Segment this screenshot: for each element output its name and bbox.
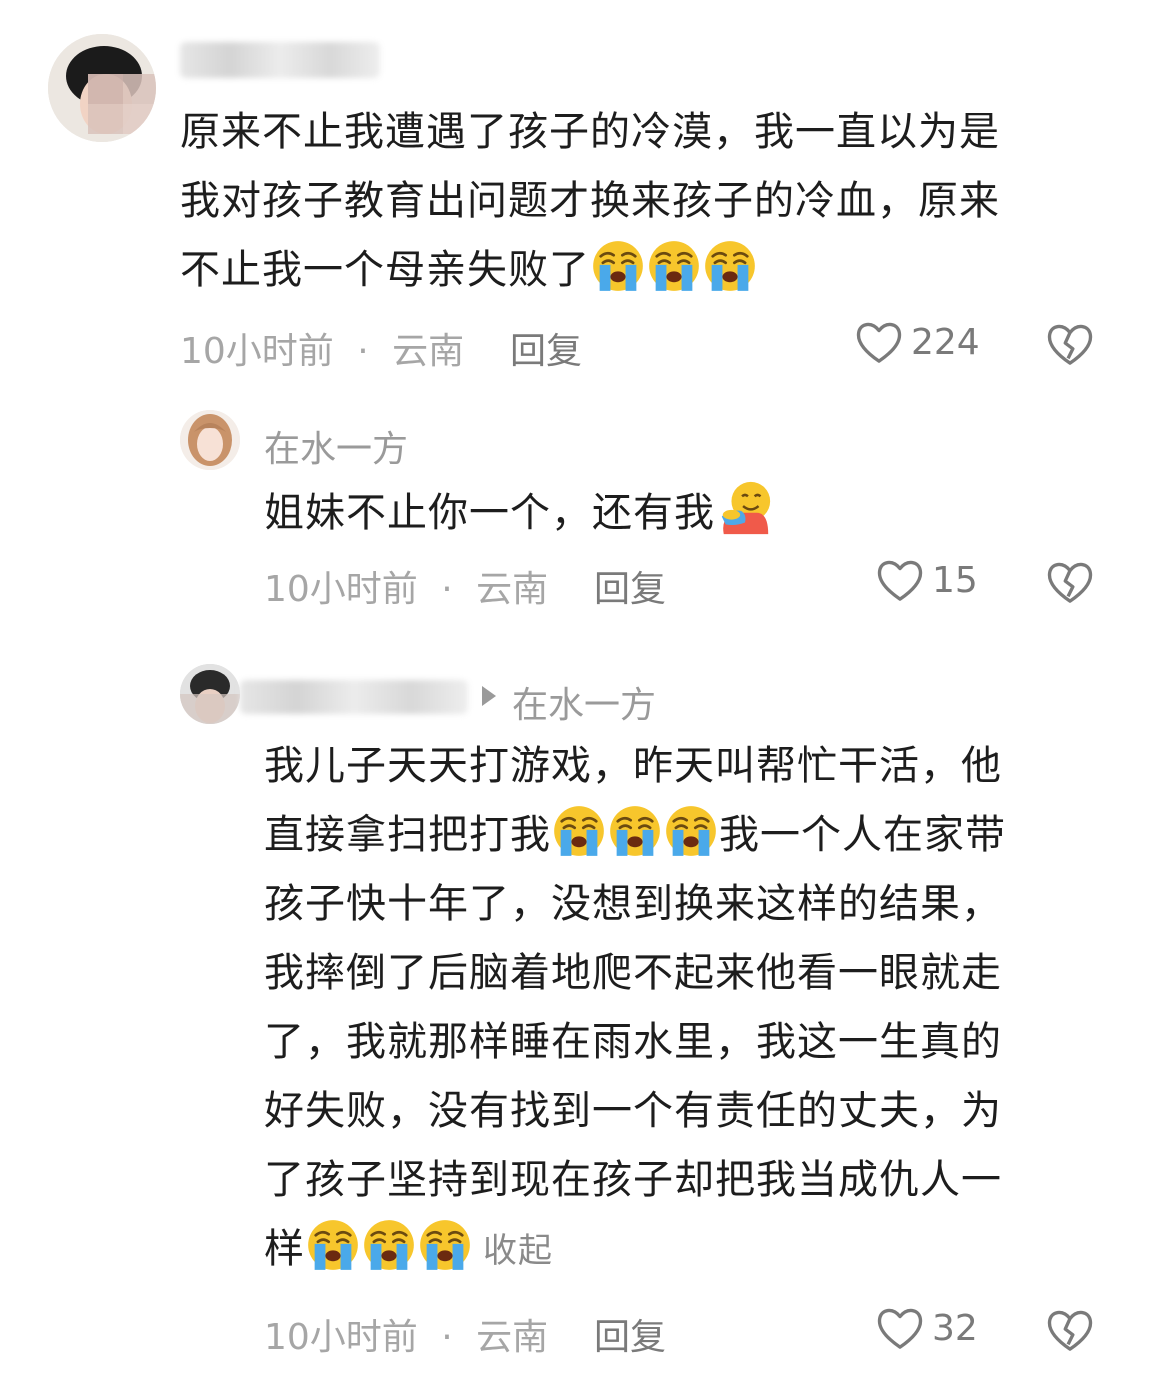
separator: · <box>441 569 453 610</box>
avatar[interactable] <box>180 664 240 724</box>
comment-3: 在水一方 我儿子天天打游戏，昨天叫帮忙干活，他 直接拿扫把打我 我一个人在家带 孩… <box>0 640 1152 1389</box>
heart-outline-icon <box>876 1306 924 1350</box>
reply-to-username[interactable]: 在水一方 <box>512 676 656 728</box>
collapse-button[interactable]: 收起 <box>483 1231 553 1271</box>
text-line: 样 <box>264 1226 305 1272</box>
username-blurred[interactable] <box>240 680 468 714</box>
text-line: 我儿子天天打游戏，昨天叫帮忙干活，他 <box>264 743 1002 789</box>
hugging-emoji-icon <box>716 478 774 536</box>
crying-emoji-icon <box>703 239 757 293</box>
text-line: 了，我就那样睡在雨水里，我这一生真的 <box>264 1019 1002 1065</box>
crying-emoji-icon <box>608 804 662 858</box>
comment-text: 我儿子天天打游戏，昨天叫帮忙干活，他 直接拿扫把打我 我一个人在家带 孩子快十年了… <box>264 732 1124 1286</box>
crying-emoji-icon <box>664 804 718 858</box>
comment-meta: 10小时前 · 云南 <box>264 1308 548 1360</box>
location: 云南 <box>476 569 549 610</box>
crying-emoji-icon <box>306 1218 360 1272</box>
text-line: 我摔倒了后脑着地爬不起来他看一眼就走 <box>264 950 1002 996</box>
text-line: 我一个人在家带 <box>719 812 1006 858</box>
comment-meta: 10小时前 · 云南 <box>180 322 464 374</box>
comment-text: 原来不止我遭遇了孩子的冷漠，我一直以为是 我对孩子教育出问题才换来孩子的冷血，原… <box>180 98 1120 305</box>
text-line-with-emoji: 不止我一个母亲失败了 <box>180 236 1120 305</box>
broken-heart-icon[interactable] <box>1046 560 1094 604</box>
text-line: 了孩子坚持到现在孩子却把我当成仇人一 <box>264 1157 1002 1203</box>
text-line: 我对孩子教育出问题才换来孩子的冷血，原来 <box>180 178 1000 224</box>
text-line: 姐妹不止你一个，还有我 <box>264 490 715 536</box>
text-line: 直接拿扫把打我 <box>264 812 551 858</box>
reply-button[interactable]: 回复 <box>594 1308 666 1360</box>
broken-heart-icon[interactable] <box>1046 322 1094 366</box>
crying-emoji-icon <box>647 239 701 293</box>
avatar[interactable] <box>48 34 156 142</box>
text-line: 孩子快十年了，没想到换来这样的结果， <box>264 881 1002 927</box>
username-blurred[interactable] <box>180 42 380 78</box>
like-button[interactable]: 32 <box>876 1306 978 1350</box>
crying-emoji-icon <box>591 239 645 293</box>
comment-text: 姐妹不止你一个，还有我 <box>264 478 1124 548</box>
location: 云南 <box>476 1317 549 1358</box>
comment-meta: 10小时前 · 云南 <box>264 560 548 612</box>
comment-1: 原来不止我遭遇了孩子的冷漠，我一直以为是 我对孩子教育出问题才换来孩子的冷血，原… <box>0 0 1152 390</box>
timestamp: 10小时前 <box>180 331 334 372</box>
broken-heart-icon[interactable] <box>1046 1308 1094 1352</box>
like-count: 32 <box>932 1307 978 1349</box>
like-count: 224 <box>911 321 980 363</box>
timestamp: 10小时前 <box>264 1317 418 1358</box>
comment-2: 在水一方 姐妹不止你一个，还有我 10小时前 · 云南 回复 15 <box>0 390 1152 640</box>
heart-outline-icon <box>855 320 903 364</box>
timestamp: 10小时前 <box>264 569 418 610</box>
like-button[interactable]: 15 <box>876 558 978 602</box>
avatar[interactable] <box>180 410 240 470</box>
username[interactable]: 在水一方 <box>264 420 408 472</box>
reply-button[interactable]: 回复 <box>510 322 582 374</box>
like-button[interactable]: 224 <box>855 320 980 364</box>
text-line: 好失败，没有找到一个有责任的丈夫，为 <box>264 1088 1002 1134</box>
crying-emoji-icon <box>418 1218 472 1272</box>
separator: · <box>357 331 369 372</box>
crying-emoji-icon <box>362 1218 416 1272</box>
crying-emoji-icon <box>552 804 606 858</box>
location: 云南 <box>392 331 465 372</box>
heart-outline-icon <box>876 558 924 602</box>
separator: · <box>441 1317 453 1358</box>
like-count: 15 <box>932 559 978 601</box>
reply-arrow-icon <box>482 686 496 706</box>
text-line: 原来不止我遭遇了孩子的冷漠，我一直以为是 <box>180 109 1000 155</box>
text-line-with-emoji: 样 收起 <box>264 1215 1124 1286</box>
text-line-with-emoji: 直接拿扫把打我 我一个人在家带 <box>264 801 1124 870</box>
text-line: 不止我一个母亲失败了 <box>180 247 590 293</box>
reply-button[interactable]: 回复 <box>594 560 666 612</box>
